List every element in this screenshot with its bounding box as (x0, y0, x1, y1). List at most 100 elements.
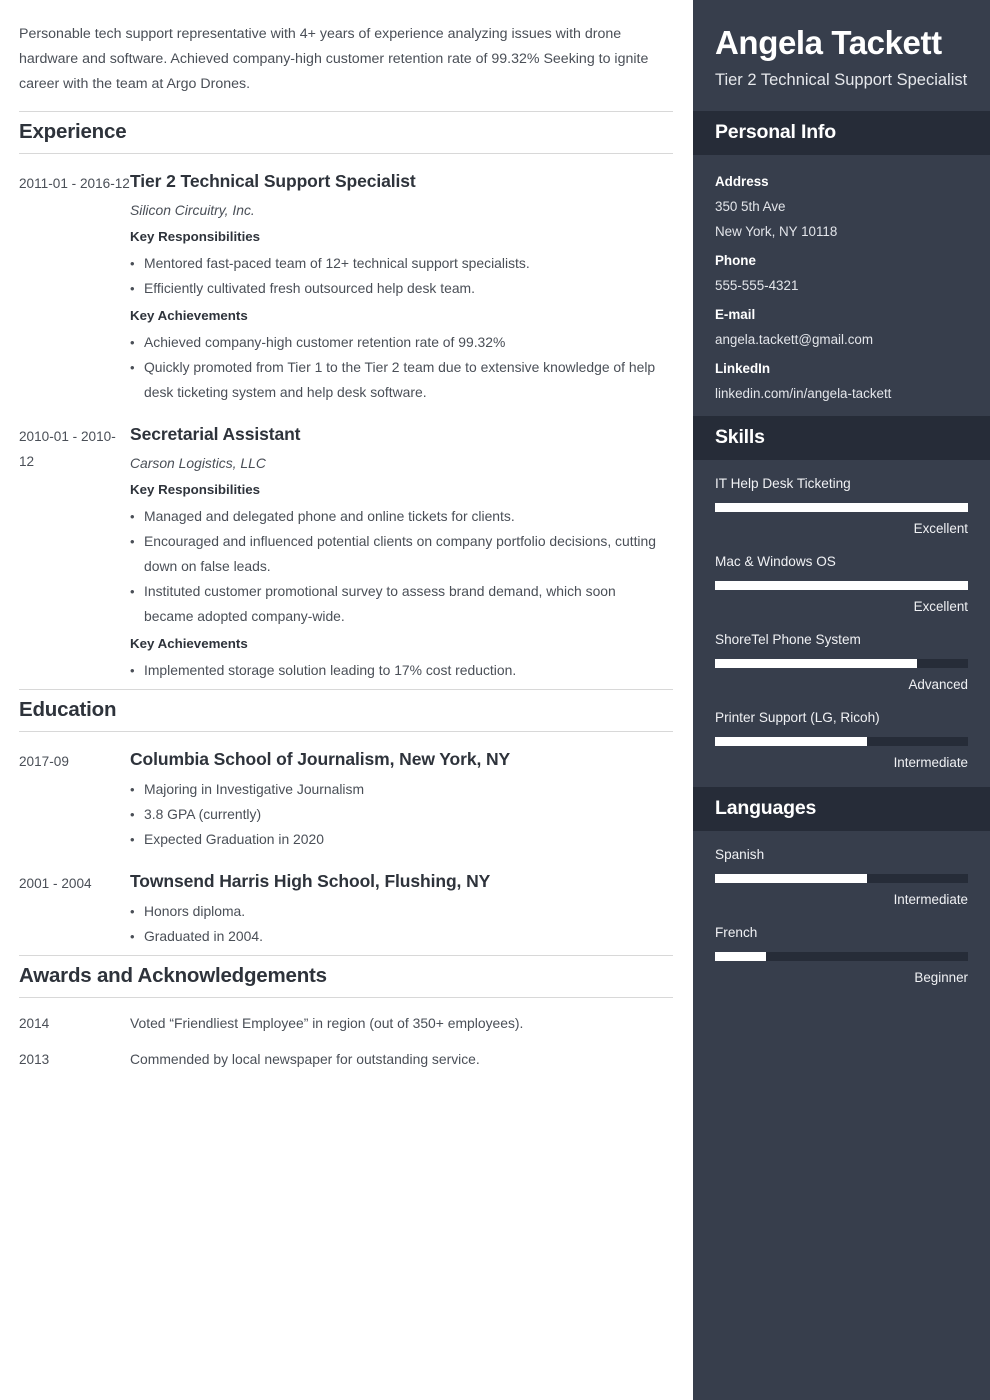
education-entry: 2017-09 Columbia School of Journalism, Ne… (19, 732, 673, 854)
info-field-value: New York, NY 10118 (715, 224, 838, 239)
bullet-item: Efficiently cultivated fresh outsourced … (130, 276, 663, 301)
entry-date: 2010-01 - 2010-12 (19, 429, 116, 469)
info-field-value: linkedin.com/in/angela-tackett (715, 386, 892, 401)
sidebar-heading-personal-info: Personal Info (693, 111, 990, 155)
info-field-label: Address (715, 174, 769, 189)
info-field-value: 350 5th Ave (715, 199, 786, 214)
sidebar-heading-languages: Languages (693, 787, 990, 831)
bullet-item: Graduated in 2004. (130, 924, 663, 949)
section-heading-awards: Awards and Acknowledgements (19, 955, 673, 998)
personal-info-list: Address 350 5th Ave New York, NY 10118 Phon… (693, 155, 990, 416)
info-field-value: angela.tackett@gmail.com (715, 332, 873, 347)
job-title: Tier 2 Technical Support Specialist (130, 171, 416, 191)
awards-section: Awards and Acknowledgements 2014 Voted “F… (19, 955, 673, 1070)
entry-subheading: Key Achievements (130, 308, 248, 323)
education-section: Education 2017-09 Columbia School of Jour… (19, 689, 673, 951)
entry-body: Columbia School of Journalism, New York,… (130, 748, 673, 854)
skill-item-bar-fill (715, 659, 918, 668)
entry-body: Secretarial Assistant Carson Logistics, L… (130, 423, 673, 685)
skill-item-level: Advanced (908, 677, 968, 692)
entry-date: 2011-01 - 2016-12 (19, 176, 130, 191)
skill-item-name: ShoreTel Phone System (715, 632, 861, 647)
entry-body: Tier 2 Technical Support Specialist Silic… (130, 170, 673, 407)
skill-item-bar-track (715, 581, 968, 590)
skill-item-bar-fill (715, 503, 968, 512)
experience-entry-list: 2011-01 - 2016-12 Tier 2 Technical Suppor… (19, 154, 673, 685)
entry-bullet-list: Honors diploma.Graduated in 2004. (130, 899, 663, 949)
bullet-item: Mentored fast-paced team of 12+ technica… (130, 251, 663, 276)
sidebar: Angela Tackett Tier 2 Technical Support … (693, 0, 990, 1400)
info-field-value: 555-555-4321 (715, 278, 799, 293)
education-entry: 2001 - 2004 Townsend Harris High School, … (19, 854, 673, 951)
section-heading-education: Education (19, 689, 673, 732)
skill-item-name: Printer Support (LG, Ricoh) (715, 710, 880, 725)
company-name: Carson Logistics, LLC (130, 455, 266, 471)
award-entry: 2014 Voted “Friendliest Employee” in regi… (19, 998, 673, 1034)
entry-body: Townsend Harris High School, Flushing, N… (130, 870, 673, 951)
experience-entry: 2010-01 - 2010-12 Secretarial Assistant Ca… (19, 407, 673, 685)
section-heading-experience: Experience (19, 111, 673, 154)
skill-item-level: Excellent (913, 599, 968, 614)
skill-item-bar-fill (715, 737, 867, 746)
sidebar-heading-skills: Skills (693, 416, 990, 460)
language-item: French Beginner (715, 923, 968, 988)
entry-date: 2001 - 2004 (19, 876, 92, 891)
job-title: Secretarial Assistant (130, 424, 301, 444)
award-year: 2013 (19, 1052, 50, 1067)
skill-item-level: Intermediate (893, 755, 968, 770)
bullet-item: Managed and delegated phone and online t… (130, 504, 663, 529)
sidebar-header: Angela Tackett Tier 2 Technical Support … (693, 0, 990, 111)
entry-subheading: Key Achievements (130, 636, 248, 651)
language-item-bar-track (715, 952, 968, 961)
skill-item-level: Excellent (913, 521, 968, 536)
entry-subheading: Key Responsibilities (130, 229, 261, 244)
entry-bullet-list: Implemented storage solution leading to … (130, 658, 663, 683)
bullet-item: Instituted customer promotional survey t… (130, 579, 663, 629)
experience-section: Experience 2011-01 - 2016-12 Tier 2 Techn… (19, 111, 673, 685)
bullet-item: Implemented storage solution leading to … (130, 658, 663, 683)
candidate-name: Angela Tackett (715, 24, 942, 61)
skill-item-bar-track (715, 737, 968, 746)
skill-item-name: Mac & Windows OS (715, 554, 836, 569)
bullet-item: Majoring in Investigative Journalism (130, 777, 663, 802)
school-name: Columbia School of Journalism, New York,… (130, 749, 511, 769)
award-year: 2014 (19, 1016, 50, 1031)
education-entry-list: 2017-09 Columbia School of Journalism, Ne… (19, 732, 673, 951)
language-item-level: Intermediate (893, 892, 968, 907)
skill-item-bar-fill (715, 581, 968, 590)
skill-item-name: IT Help Desk Ticketing (715, 476, 851, 491)
school-name: Townsend Harris High School, Flushing, N… (130, 871, 491, 891)
awards-entry-list: 2014 Voted “Friendliest Employee” in regi… (19, 998, 673, 1070)
info-field-label: LinkedIn (715, 361, 771, 376)
resume-page: Personable tech support representative w… (0, 0, 990, 1400)
main-column: Personable tech support representative w… (0, 0, 693, 1400)
award-description: Commended by local newspaper for outstan… (130, 1051, 480, 1067)
entry-bullet-list: Achieved company-high customer retention… (130, 330, 663, 405)
professional-summary: Personable tech support representative w… (19, 26, 649, 92)
skill-item: Printer Support (LG, Ricoh) Intermediate (715, 708, 968, 773)
info-field-label: E-mail (715, 307, 756, 322)
experience-entry: 2011-01 - 2016-12 Tier 2 Technical Suppor… (19, 154, 673, 407)
award-description: Voted “Friendliest Employee” in region (… (130, 1015, 524, 1031)
entry-date: 2017-09 (19, 754, 69, 769)
bullet-item: Achieved company-high customer retention… (130, 330, 663, 355)
bullet-item: Honors diploma. (130, 899, 663, 924)
award-entry: 2013 Commended by local newspaper for out… (19, 1034, 673, 1070)
skill-item: Mac & Windows OS Excellent (715, 552, 968, 617)
skill-item-bar-track (715, 503, 968, 512)
bullet-item: Encouraged and influenced potential clie… (130, 529, 663, 579)
entry-subheading: Key Responsibilities (130, 482, 261, 497)
entry-bullet-list: Mentored fast-paced team of 12+ technica… (130, 251, 663, 301)
skills-list: IT Help Desk Ticketing Excellent Mac & Win… (693, 460, 990, 787)
language-item-bar-track (715, 874, 968, 883)
languages-list: Spanish Intermediate French Beginner (693, 831, 990, 1002)
company-name: Silicon Circuitry, Inc. (130, 202, 255, 218)
language-item-bar-fill (715, 874, 867, 883)
bullet-item: 3.8 GPA (currently) (130, 802, 663, 827)
candidate-role: Tier 2 Technical Support Specialist (715, 71, 968, 89)
language-item-level: Beginner (914, 970, 968, 985)
language-item: Spanish Intermediate (715, 845, 968, 910)
bullet-item: Quickly promoted from Tier 1 to the Tier… (130, 355, 663, 405)
language-item-name: Spanish (715, 847, 765, 862)
skill-item: IT Help Desk Ticketing Excellent (715, 474, 968, 539)
